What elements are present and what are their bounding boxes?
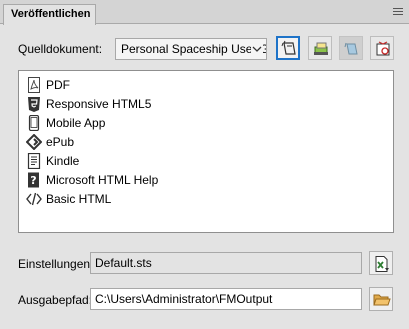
generate-button[interactable]	[308, 36, 332, 60]
html5-icon	[28, 97, 40, 112]
list-item-kindle[interactable]: Kindle	[26, 152, 386, 171]
list-item-label: Basic HTML	[46, 192, 112, 206]
folder-icon	[373, 294, 391, 306]
tab-strip: Veröffentlichen	[0, 0, 409, 25]
panel-menu-icon[interactable]	[393, 8, 403, 17]
output-format-list: PDF Responsive HTML5 Mobile App ePub Kin…	[18, 70, 394, 233]
list-item-label: Microsoft HTML Help	[46, 173, 159, 187]
output-path-field[interactable]: C:\Users\Administrator\FMOutput	[90, 288, 362, 310]
tab-publish[interactable]: Veröffentlichen	[3, 4, 96, 25]
pdf-icon	[28, 77, 40, 93]
generate-icon	[314, 42, 328, 55]
htmlhelp-icon: ?	[28, 172, 39, 188]
svg-text:?: ?	[30, 174, 36, 187]
settings-label: Einstellungen:	[18, 257, 94, 271]
disabled-tool-button[interactable]	[339, 36, 363, 60]
output-settings-icon	[376, 41, 390, 56]
code-icon	[26, 192, 42, 206]
browse-folder-button[interactable]	[369, 287, 393, 311]
list-item-mobile-app[interactable]: Mobile App	[26, 114, 386, 133]
list-item-label: Responsive HTML5	[46, 97, 152, 111]
list-item-label: PDF	[46, 78, 70, 92]
disabled-tool-icon	[344, 42, 358, 55]
source-document-select[interactable]: Personal Spaceship User G	[115, 38, 267, 60]
list-item-microsoft-html-help[interactable]: ? Microsoft HTML Help	[26, 171, 386, 190]
chevron-down-icon	[251, 42, 263, 56]
source-label: Quelldokument:	[18, 42, 103, 56]
list-item-basic-html[interactable]: Basic HTML	[26, 190, 386, 209]
list-item-label: ePub	[46, 135, 75, 149]
epub-icon	[26, 134, 42, 150]
list-item-label: Mobile App	[46, 116, 106, 130]
kindle-icon	[27, 153, 41, 169]
publish-panel: Veröffentlichen Quelldokument: Personal …	[0, 0, 409, 329]
list-item-epub[interactable]: ePub	[26, 133, 386, 152]
output-settings-button[interactable]	[370, 36, 394, 60]
list-item-label: Kindle	[46, 154, 80, 168]
publish-toc-icon	[281, 40, 296, 55]
list-item-pdf[interactable]: PDF	[26, 76, 386, 95]
settings-file-icon	[375, 256, 389, 272]
edit-settings-button[interactable]	[369, 251, 393, 275]
output-path-label: Ausgabepfad:	[18, 293, 93, 307]
source-document-value: Personal Spaceship User G	[121, 42, 267, 56]
mobile-icon	[28, 115, 40, 131]
publish-toc-button[interactable]	[276, 36, 300, 60]
list-item-responsive-html5[interactable]: Responsive HTML5	[26, 95, 386, 114]
settings-field[interactable]: Default.sts	[90, 252, 362, 274]
